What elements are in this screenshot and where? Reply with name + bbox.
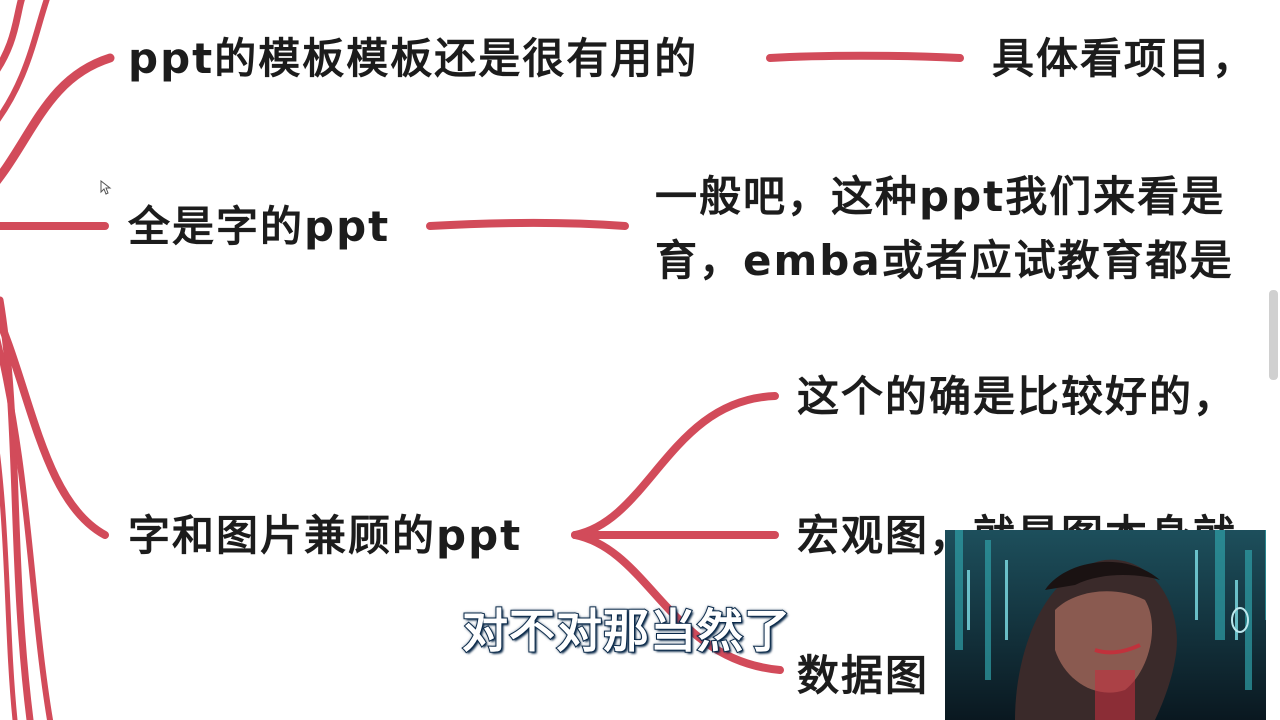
node-text-image: 字和图片兼顾的ppt xyxy=(128,511,523,560)
branch-textimage-good xyxy=(571,392,779,539)
vertical-scrollbar[interactable] xyxy=(1266,0,1280,720)
node-template-useful: ppt的模板模板还是很有用的 xyxy=(128,34,699,83)
mindmap-canvas: ppt的模板模板还是很有用的 具体看项目， 全是字的ppt 一般吧，这种ppt我… xyxy=(0,0,1280,720)
branch-root-arc-1 xyxy=(0,0,25,72)
node-template-detail: 具体看项目， xyxy=(992,34,1257,83)
branch-alltext-detail xyxy=(426,219,629,230)
subtitle-caption: 对不对那当然了 xyxy=(461,603,791,659)
node-all-text-detail-line1: 一般吧，这种ppt我们来看是 xyxy=(655,172,1226,221)
node-good-one: 这个的确是比较好的， xyxy=(797,372,1238,421)
mouse-pointer-icon xyxy=(100,180,112,195)
node-all-text-detail-line2: 育，emba或者应试教育都是 xyxy=(655,236,1234,285)
branch-template-detail xyxy=(766,51,964,62)
node-data-chart: 数据图 xyxy=(797,651,930,700)
branch-root-top xyxy=(0,53,115,184)
webcam-overlay xyxy=(945,530,1280,720)
webcam-image xyxy=(945,530,1280,720)
node-all-text: 全是字的ppt xyxy=(128,202,391,251)
scrollbar-thumb[interactable] xyxy=(1269,290,1278,380)
